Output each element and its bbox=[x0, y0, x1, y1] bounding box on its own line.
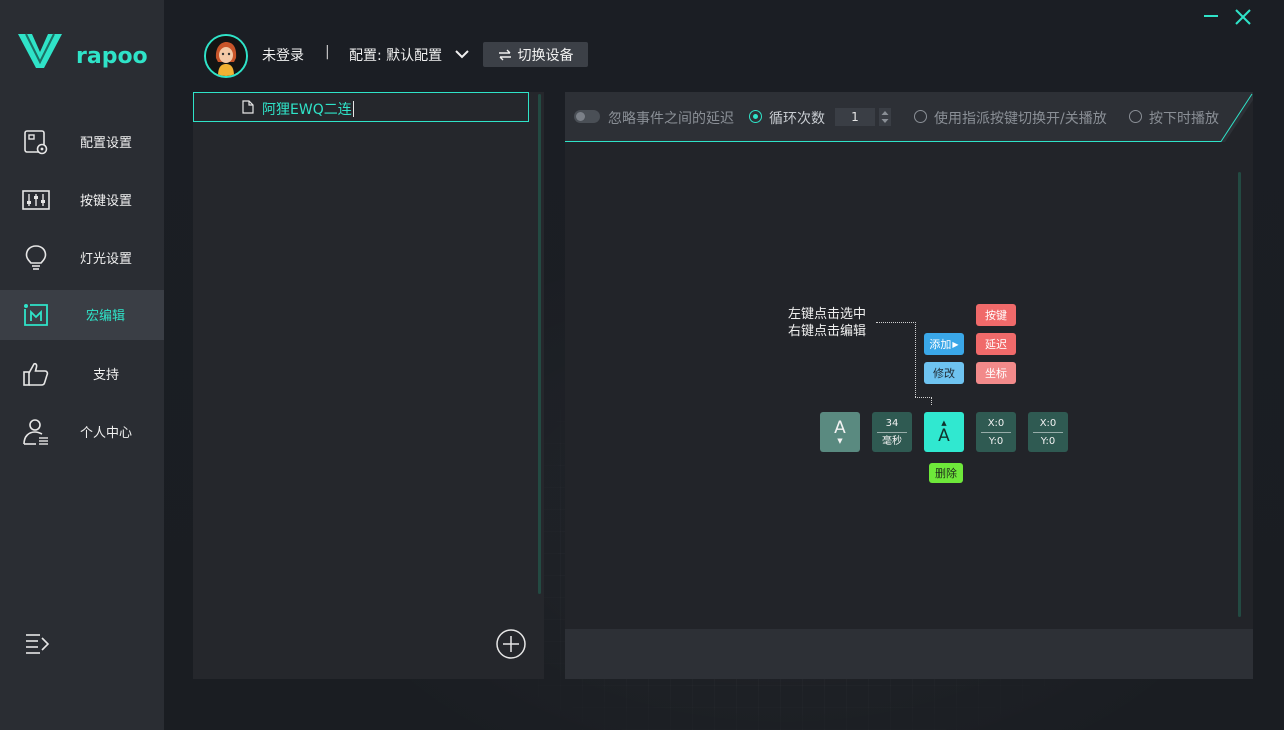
delay-chip[interactable]: 延迟 bbox=[976, 333, 1016, 355]
sidebar-item-light-settings[interactable]: 灯光设置 bbox=[0, 233, 164, 283]
sidebar-item-profile-settings[interactable]: 配置设置 bbox=[0, 117, 164, 167]
macro-list-panel: 阿狸EWQ二连 bbox=[193, 92, 544, 679]
coord-chip[interactable]: 坐标 bbox=[976, 362, 1016, 384]
arrow-down-icon: ▼ bbox=[837, 437, 843, 445]
macro-node-coord[interactable]: X:0 Y:0 bbox=[976, 412, 1016, 452]
loop-count-radio[interactable] bbox=[749, 110, 762, 123]
usage-hint: 左键点击选中 右键点击编辑 bbox=[788, 306, 866, 340]
sidebar-item-label: 个人中心 bbox=[80, 426, 133, 441]
file-icon bbox=[242, 100, 254, 114]
macro-node-coord[interactable]: X:0 Y:0 bbox=[1028, 412, 1068, 452]
sidebar-item-user-center[interactable]: 个人中心 bbox=[0, 407, 164, 457]
rapoo-logo: rapoo bbox=[18, 32, 148, 72]
node-delay-unit: 毫秒 bbox=[882, 435, 902, 447]
editor-footer bbox=[565, 629, 1253, 679]
hold-play-radio[interactable] bbox=[1129, 110, 1142, 123]
sidebar-item-key-settings[interactable]: 按键设置 bbox=[0, 175, 164, 225]
node-divider bbox=[1033, 431, 1063, 433]
add-chip-label: 添加 bbox=[929, 338, 952, 351]
header-separator: | bbox=[325, 44, 330, 60]
node-coord-y: Y:0 bbox=[1040, 435, 1056, 447]
connector-line bbox=[931, 397, 932, 405]
editor-toolbar: 忽略事件之间的延迟 循环次数 使用指派按键切换开/关播放 按下时播放 bbox=[565, 92, 1253, 142]
switch-device-label: 切换设备 bbox=[517, 47, 574, 64]
toggle-play-label: 使用指派按键切换开/关播放 bbox=[934, 111, 1107, 127]
list-scrollbar[interactable] bbox=[538, 94, 541, 594]
sidebar-item-macro-edit[interactable]: 宏编辑 bbox=[0, 290, 164, 340]
modify-chip[interactable]: 修改 bbox=[924, 362, 964, 384]
editor-scrollbar[interactable] bbox=[1238, 172, 1241, 617]
hold-play-label: 按下时播放 bbox=[1149, 111, 1219, 127]
avatar-image bbox=[206, 36, 246, 76]
sidebar-item-label: 灯光设置 bbox=[80, 252, 133, 267]
collapse-menu-icon[interactable] bbox=[24, 630, 52, 658]
delete-chip[interactable]: 删除 bbox=[929, 463, 963, 483]
node-coord-x: X:0 bbox=[1039, 417, 1057, 429]
node-divider bbox=[877, 431, 907, 433]
sidebar-item-support[interactable]: 支持 bbox=[0, 349, 164, 399]
node-key-label: A bbox=[834, 418, 846, 438]
sidebar-item-label: 支持 bbox=[93, 368, 120, 383]
ignore-delay-label: 忽略事件之间的延迟 bbox=[608, 111, 734, 127]
hint-line-1: 左键点击选中 bbox=[788, 307, 867, 322]
key-sliders-icon bbox=[22, 190, 50, 210]
node-coord-x: X:0 bbox=[987, 417, 1005, 429]
minimize-icon[interactable] bbox=[1202, 7, 1220, 25]
node-coord-y: Y:0 bbox=[988, 435, 1004, 447]
user-center-icon bbox=[23, 419, 48, 445]
loop-count-label: 循环次数 bbox=[769, 111, 825, 127]
node-divider bbox=[981, 431, 1011, 433]
swap-arrows-icon bbox=[498, 49, 511, 60]
avatar[interactable] bbox=[204, 34, 248, 78]
text-caret bbox=[352, 101, 354, 117]
hint-line-2: 右键点击编辑 bbox=[788, 324, 867, 339]
key-chip[interactable]: 按键 bbox=[976, 304, 1016, 326]
connector-line bbox=[915, 322, 916, 397]
macro-name: 阿狸EWQ二连 bbox=[262, 99, 354, 119]
macro-node-key-up[interactable]: ▲ A bbox=[924, 412, 964, 452]
thumbs-up-icon bbox=[23, 362, 49, 386]
node-delay-value: 34 bbox=[885, 417, 899, 429]
macro-icon bbox=[24, 304, 48, 326]
close-icon[interactable] bbox=[1233, 7, 1253, 27]
sidebar-item-label: 配置设置 bbox=[80, 136, 133, 151]
macro-editor-panel: 忽略事件之间的延迟 循环次数 使用指派按键切换开/关播放 按下时播放 bbox=[565, 92, 1253, 679]
sidebar-item-label: 宏编辑 bbox=[86, 309, 126, 324]
macro-list-item[interactable]: 阿狸EWQ二连 bbox=[193, 92, 529, 122]
add-chip[interactable]: 添加 ▶ bbox=[924, 333, 964, 355]
toggle-play-radio[interactable] bbox=[914, 110, 927, 123]
ignore-delay-toggle[interactable] bbox=[574, 110, 600, 123]
macro-name-text[interactable]: 阿狸EWQ二连 bbox=[262, 102, 352, 118]
loop-count-input[interactable] bbox=[835, 108, 875, 126]
sidebar: rapoo 配置设置 按键设置 灯光设置 宏编辑 支持 个人中心 bbox=[0, 0, 164, 730]
play-right-icon: ▶ bbox=[952, 339, 959, 349]
sidebar-item-label: 按键设置 bbox=[80, 194, 133, 209]
v-logo-icon bbox=[18, 33, 62, 68]
macro-node-key-down[interactable]: A ▼ bbox=[820, 412, 860, 452]
loop-count-stepper[interactable] bbox=[879, 108, 891, 126]
brand-name: rapoo bbox=[76, 44, 148, 69]
macro-node-delay[interactable]: 34 毫秒 bbox=[872, 412, 912, 452]
lightbulb-icon bbox=[25, 245, 47, 270]
add-macro-icon[interactable] bbox=[495, 628, 527, 660]
node-key-label: A bbox=[938, 426, 950, 446]
config-selector[interactable]: 配置: 默认配置 bbox=[349, 45, 442, 65]
login-status[interactable]: 未登录 bbox=[262, 45, 304, 65]
profile-settings-icon bbox=[24, 130, 48, 155]
connector-line bbox=[876, 322, 916, 323]
connector-line bbox=[915, 397, 932, 398]
switch-device-button[interactable]: 切换设备 bbox=[483, 42, 588, 67]
chevron-down-icon[interactable] bbox=[454, 46, 470, 62]
